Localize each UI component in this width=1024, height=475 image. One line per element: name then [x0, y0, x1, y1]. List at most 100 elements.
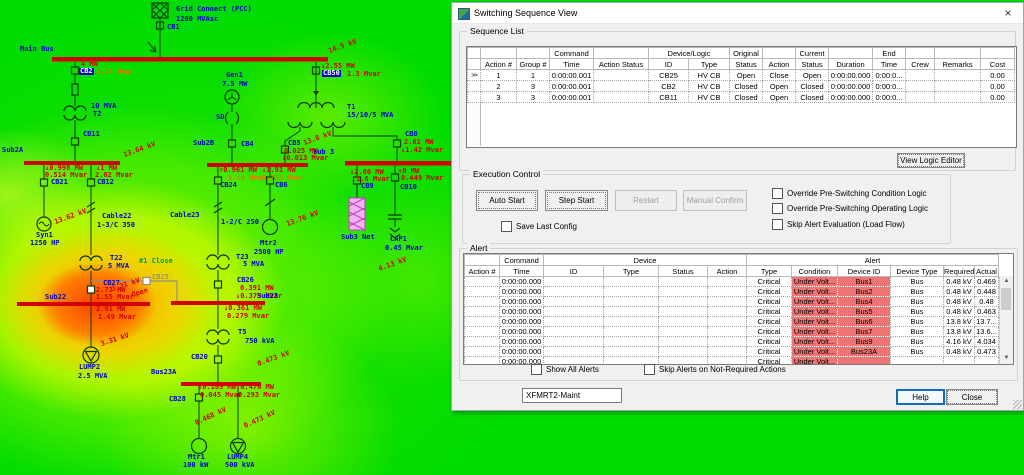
- row-marker[interactable]: [468, 92, 481, 103]
- cell[interactable]: 0:00:00.000: [500, 287, 544, 297]
- cell[interactable]: Open: [763, 92, 796, 103]
- alert-row[interactable]: 0:00:00.000CriticalUnder Volt...Bus7Bus1…: [465, 327, 999, 337]
- cell[interactable]: Bus: [891, 287, 944, 297]
- skip-alert-evaluation-checkbox[interactable]: Skip Alert Evaluation (Load Flow): [772, 219, 905, 230]
- cell[interactable]: [659, 327, 708, 337]
- cell[interactable]: [838, 357, 891, 366]
- cell[interactable]: Bus: [891, 307, 944, 317]
- cell[interactable]: Bus4: [838, 297, 891, 307]
- cell[interactable]: 0.48 kV: [944, 307, 975, 317]
- cell[interactable]: [659, 287, 708, 297]
- cell[interactable]: [465, 297, 500, 307]
- cell[interactable]: Bus: [891, 317, 944, 327]
- cell[interactable]: [465, 277, 500, 287]
- cell[interactable]: [708, 307, 747, 317]
- cell[interactable]: [975, 357, 999, 366]
- show-all-alerts-checkbox[interactable]: Show All Alerts: [531, 364, 599, 375]
- skip-alerts-checkbox[interactable]: Skip Alerts on Not-Required Actions: [644, 364, 786, 375]
- cell[interactable]: Under Volt...: [792, 307, 838, 317]
- title-bar[interactable]: Switching Sequence View ×: [452, 3, 1023, 24]
- cell[interactable]: 4.034: [975, 337, 999, 347]
- cell[interactable]: 0:00:00.000: [500, 327, 544, 337]
- cell[interactable]: 2: [481, 81, 517, 92]
- alert-scrollbar[interactable]: ▲ ▼: [999, 276, 1013, 364]
- cell[interactable]: Open: [763, 81, 796, 92]
- scroll-thumb[interactable]: [1001, 288, 1011, 310]
- cell[interactable]: 13.8 kV: [944, 327, 975, 337]
- cell[interactable]: Critical: [747, 337, 792, 347]
- override-operating-logic-checkbox[interactable]: Override Pre-Switching Operating Logic: [772, 203, 928, 214]
- sequence-row[interactable]: 330:00:00.001CB11HV CBClosedOpenClosed0:…: [468, 92, 1015, 103]
- cell[interactable]: [465, 337, 500, 347]
- cell[interactable]: 3: [517, 81, 550, 92]
- cell[interactable]: 0.48 kV: [944, 287, 975, 297]
- cell[interactable]: 13.7...: [975, 317, 999, 327]
- cell[interactable]: [659, 337, 708, 347]
- cell[interactable]: CB11: [649, 92, 689, 103]
- cell[interactable]: Bus7: [838, 327, 891, 337]
- cell[interactable]: 0.48 kV: [944, 277, 975, 287]
- cell[interactable]: [708, 347, 747, 357]
- cell[interactable]: 0:00:00.000: [500, 297, 544, 307]
- restart-button[interactable]: Restart: [615, 190, 677, 211]
- cell[interactable]: Critical: [747, 307, 792, 317]
- view-logic-editor-button[interactable]: View Logic Editor: [897, 153, 965, 168]
- cell[interactable]: [604, 337, 659, 347]
- cell[interactable]: [465, 357, 500, 366]
- scroll-up-icon[interactable]: ▲: [1000, 276, 1013, 287]
- cell[interactable]: Critical: [747, 317, 792, 327]
- cell[interactable]: [604, 287, 659, 297]
- cell[interactable]: [604, 317, 659, 327]
- cell[interactable]: 0:00:00.000: [500, 317, 544, 327]
- cell[interactable]: [604, 347, 659, 357]
- checkbox-icon[interactable]: [644, 364, 655, 375]
- cell[interactable]: 0.448: [975, 287, 999, 297]
- cell[interactable]: [544, 347, 604, 357]
- cell[interactable]: CB25: [649, 70, 689, 81]
- cell[interactable]: [465, 327, 500, 337]
- cell[interactable]: [708, 327, 747, 337]
- alert-row[interactable]: 0:00:00.000CriticalUnder Volt...Bus4Bus0…: [465, 297, 999, 307]
- cell[interactable]: Critical: [747, 287, 792, 297]
- cell[interactable]: [544, 297, 604, 307]
- cell[interactable]: [708, 277, 747, 287]
- cell[interactable]: Closed: [730, 92, 763, 103]
- cell[interactable]: Under Volt...: [792, 347, 838, 357]
- override-condition-logic-checkbox[interactable]: Override Pre-Switching Condition Logic: [772, 188, 927, 199]
- cell[interactable]: Under Volt...: [792, 337, 838, 347]
- cell[interactable]: 4.16 kV: [944, 337, 975, 347]
- cell[interactable]: 0.00: [981, 92, 1015, 103]
- cell[interactable]: [544, 337, 604, 347]
- cell[interactable]: [544, 307, 604, 317]
- cell[interactable]: 0:00:00.000: [829, 81, 873, 92]
- cell[interactable]: [659, 317, 708, 327]
- save-last-config-checkbox[interactable]: Save Last Config: [501, 221, 577, 232]
- cell[interactable]: 0.473: [975, 347, 999, 357]
- cell[interactable]: [659, 297, 708, 307]
- checkbox-icon[interactable]: [772, 188, 783, 199]
- cell[interactable]: [604, 327, 659, 337]
- cell[interactable]: 0:00:00.000: [500, 347, 544, 357]
- checkbox-icon[interactable]: [501, 221, 512, 232]
- cell[interactable]: 13.6...: [975, 327, 999, 337]
- cell[interactable]: [604, 297, 659, 307]
- cell[interactable]: [659, 347, 708, 357]
- cell[interactable]: Critical: [747, 327, 792, 337]
- scroll-down-icon[interactable]: ▼: [1000, 353, 1013, 364]
- cell[interactable]: Closed: [796, 92, 829, 103]
- cell[interactable]: [708, 337, 747, 347]
- cell[interactable]: CB2: [649, 81, 689, 92]
- alert-row[interactable]: 0:00:00.000CriticalUnder Volt...Bus6Bus1…: [465, 317, 999, 327]
- cell[interactable]: Bus: [891, 347, 944, 357]
- cell[interactable]: [935, 70, 981, 81]
- cell[interactable]: 0:00:0...: [873, 92, 906, 103]
- cell[interactable]: Bus2: [838, 287, 891, 297]
- alert-row[interactable]: 0:00:00.000CriticalUnder Volt...Bus2Bus0…: [465, 287, 999, 297]
- cell[interactable]: HV CB: [689, 70, 730, 81]
- cell[interactable]: Bus: [891, 297, 944, 307]
- cell[interactable]: Under Volt...: [792, 317, 838, 327]
- cell[interactable]: Closed: [796, 81, 829, 92]
- cell[interactable]: 3: [517, 92, 550, 103]
- cell[interactable]: [944, 357, 975, 366]
- close-icon[interactable]: ×: [997, 5, 1019, 21]
